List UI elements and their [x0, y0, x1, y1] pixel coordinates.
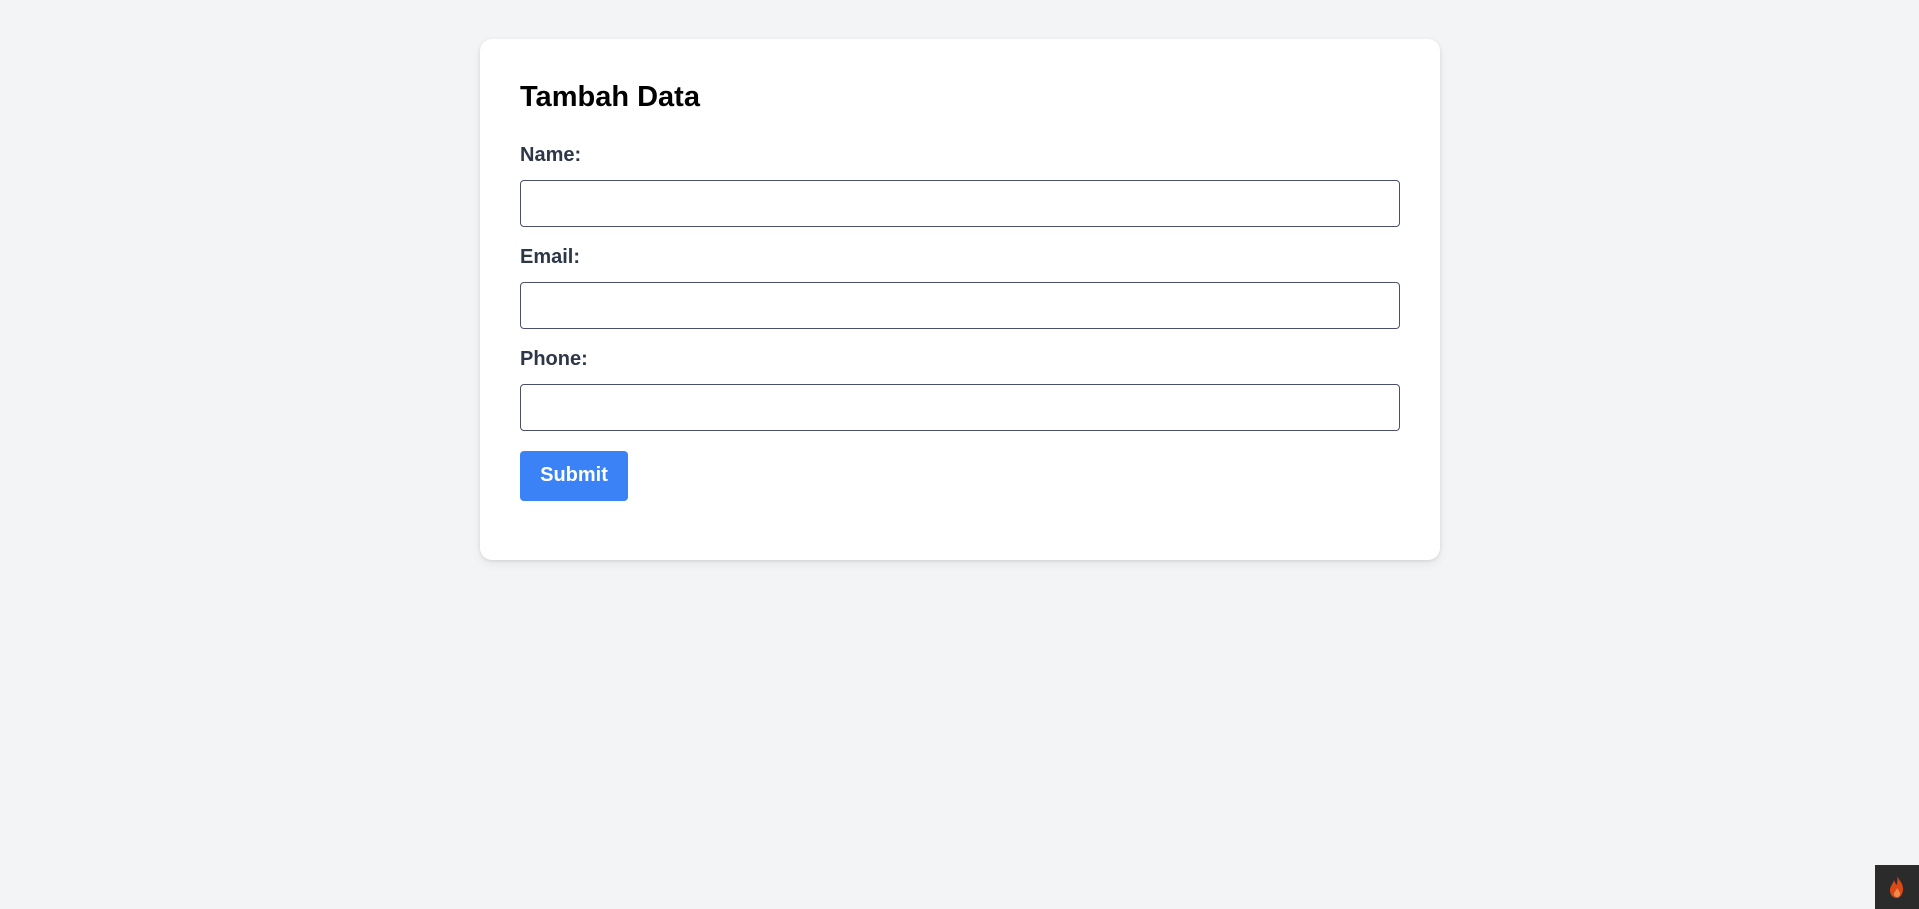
phone-label: Phone:	[520, 347, 588, 370]
name-field-group: Name:	[520, 145, 1400, 227]
submit-button[interactable]: Submit	[520, 450, 628, 501]
phone-input[interactable]	[520, 383, 1400, 431]
form-card: Tambah Data Name: Email: Phone: Submit	[480, 39, 1440, 560]
debug-toolbar-toggle[interactable]	[1875, 865, 1919, 909]
name-label: Name:	[520, 143, 582, 166]
phone-field-group: Phone:	[520, 349, 1400, 431]
name-input[interactable]	[520, 179, 1400, 227]
email-input[interactable]	[520, 281, 1400, 329]
page-title: Tambah Data	[520, 81, 700, 113]
email-label: Email:	[520, 245, 581, 268]
email-field-group: Email:	[520, 247, 1400, 329]
flame-icon	[1890, 875, 1903, 898]
